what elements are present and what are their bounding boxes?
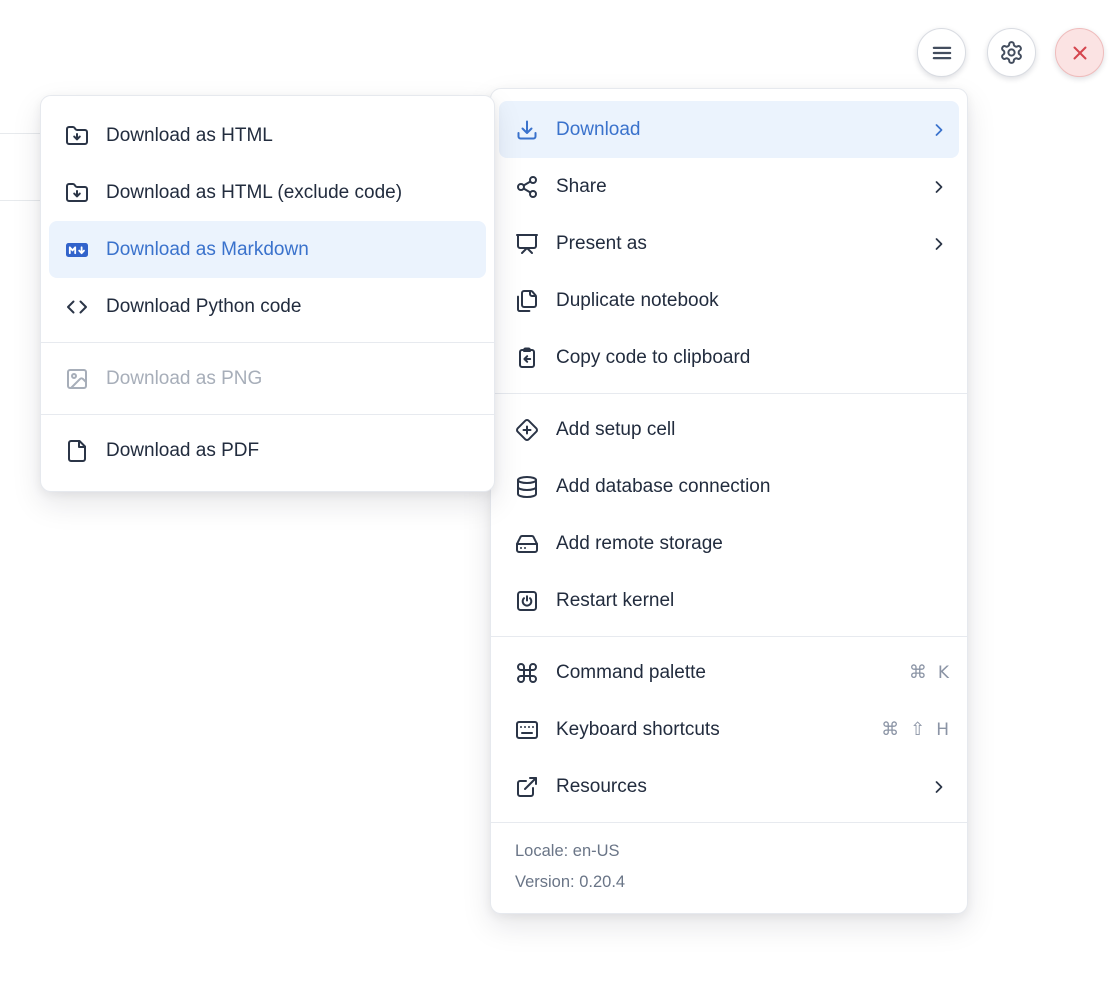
menu-item-keyboard-shortcuts[interactable]: Keyboard shortcuts ⌘ ⇧ H [491, 701, 967, 758]
menu-item-copy-code[interactable]: Copy code to clipboard [491, 329, 967, 386]
diamond-plus-icon [515, 418, 539, 442]
settings-button[interactable] [987, 28, 1036, 77]
menu-item-label: Restart kernel [556, 590, 949, 612]
command-icon [515, 661, 539, 685]
version-text: Version: 0.20.4 [515, 867, 943, 898]
close-icon [1068, 41, 1092, 65]
download-submenu-panel: Download as HTML Download as HTML (exclu… [40, 95, 495, 492]
menu-item-label: Keyboard shortcuts [556, 719, 864, 741]
shortcut-key: ⌘ [881, 719, 899, 740]
menu-item-label: Add remote storage [556, 533, 949, 555]
submenu-item-download-python-code[interactable]: Download Python code [41, 278, 494, 335]
keyboard-icon [515, 718, 539, 742]
submenu-item-download-png: Download as PNG [41, 350, 494, 407]
menu-separator [491, 393, 967, 394]
submenu-item-download-html-exclude-code[interactable]: Download as HTML (exclude code) [41, 164, 494, 221]
menu-item-command-palette[interactable]: Command palette ⌘ K [491, 644, 967, 701]
shortcut-key: K [938, 663, 949, 683]
menu-separator [41, 342, 494, 343]
menu-item-label: Resources [556, 776, 912, 798]
external-link-icon [515, 775, 539, 799]
shortcut: ⌘ ⇧ H [881, 719, 949, 740]
hamburger-icon [929, 40, 955, 66]
locale-text: Locale: en-US [515, 836, 943, 867]
submenu-item-download-pdf[interactable]: Download as PDF [41, 422, 494, 479]
submenu-item-download-markdown[interactable]: Download as Markdown [49, 221, 486, 278]
shortcut-key: ⌘ [909, 662, 927, 683]
notebook-menu-button[interactable] [917, 28, 966, 77]
background-cell-border [0, 133, 41, 134]
menu-item-restart-kernel[interactable]: Restart kernel [491, 572, 967, 629]
chevron-right-icon [929, 234, 949, 254]
duplicate-icon [515, 289, 539, 313]
menu-item-label: Download as HTML [106, 125, 476, 147]
presentation-icon [515, 232, 539, 256]
menu-item-label: Copy code to clipboard [556, 347, 949, 369]
square-power-icon [515, 589, 539, 613]
menu-item-label: Present as [556, 233, 912, 255]
menu-item-label: Download as PNG [106, 368, 476, 390]
submenu-item-download-html[interactable]: Download as HTML [41, 107, 494, 164]
chevron-right-icon [929, 177, 949, 197]
share-icon [515, 175, 539, 199]
menu-item-label: Duplicate notebook [556, 290, 949, 312]
menu-item-label: Download as PDF [106, 440, 476, 462]
shortcut: ⌘ K [909, 662, 949, 683]
menu-item-present-as[interactable]: Present as [491, 215, 967, 272]
database-icon [515, 475, 539, 499]
menu-item-label: Add setup cell [556, 419, 949, 441]
image-icon [65, 367, 89, 391]
shortcut-key: ⇧ [910, 719, 925, 740]
menu-item-label: Add database connection [556, 476, 949, 498]
menu-item-label: Command palette [556, 662, 892, 684]
folder-down-icon [65, 181, 89, 205]
close-button[interactable] [1055, 28, 1104, 77]
hard-drive-icon [515, 532, 539, 556]
background-cell-border [0, 200, 41, 201]
code-icon [65, 295, 89, 319]
notebook-menu-panel: Download Share Present as Duplicate note… [490, 88, 968, 914]
menu-item-add-setup-cell[interactable]: Add setup cell [491, 401, 967, 458]
clipboard-copy-icon [515, 346, 539, 370]
shortcut-key: H [936, 720, 949, 740]
menu-item-share[interactable]: Share [491, 158, 967, 215]
chevron-right-icon [929, 120, 949, 140]
menu-item-label: Share [556, 176, 912, 198]
menu-footer: Locale: en-US Version: 0.20.4 [491, 822, 967, 913]
menu-item-resources[interactable]: Resources [491, 758, 967, 815]
menu-item-duplicate-notebook[interactable]: Duplicate notebook [491, 272, 967, 329]
file-icon [65, 439, 89, 463]
menu-item-label: Download as Markdown [106, 239, 476, 261]
folder-down-icon [65, 124, 89, 148]
menu-item-download[interactable]: Download [499, 101, 959, 158]
chevron-right-icon [929, 777, 949, 797]
download-icon [515, 118, 539, 142]
menu-item-label: Download Python code [106, 296, 476, 318]
menu-item-add-database-connection[interactable]: Add database connection [491, 458, 967, 515]
menu-separator [491, 636, 967, 637]
menu-item-add-remote-storage[interactable]: Add remote storage [491, 515, 967, 572]
gear-icon [999, 40, 1024, 65]
menu-item-label: Download [556, 119, 912, 141]
menu-item-label: Download as HTML (exclude code) [106, 182, 476, 204]
menu-separator [41, 414, 494, 415]
markdown-icon [65, 238, 89, 262]
